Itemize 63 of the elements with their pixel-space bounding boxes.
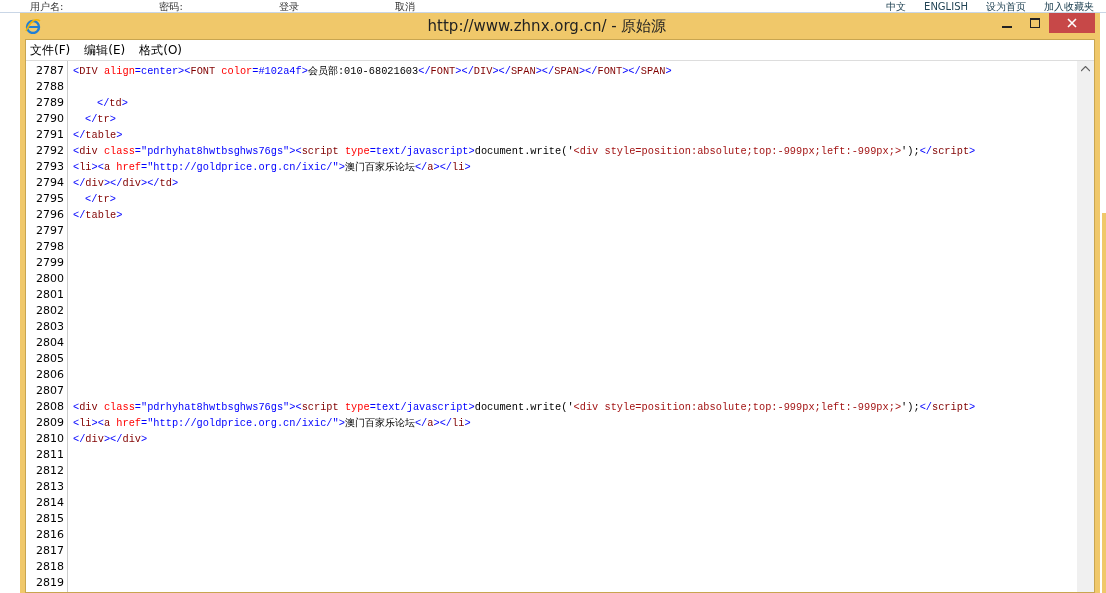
line-number: 2801 (36, 287, 64, 303)
browser-e-icon (25, 18, 41, 34)
line-number: 2788 (36, 79, 64, 95)
line-number: 2811 (36, 447, 64, 463)
line-number: 2791 (36, 127, 64, 143)
scrollbar[interactable] (1077, 61, 1094, 592)
line-number: 2793 (36, 159, 64, 175)
page-link[interactable]: 中文 (886, 0, 907, 12)
minimize-icon (1002, 26, 1012, 28)
source-line: <li><a href="http://goldprice.org.cn/ixic/">澳门百家乐论坛</a></li> (73, 416, 472, 431)
page-link[interactable]: 登录 (278, 0, 299, 12)
line-number: 2795 (36, 191, 64, 207)
line-number: 2790 (36, 111, 64, 127)
source-line: <div class="pdrhyhat8hwtbsghws76gs"><script type=text/javascript>document.write('<div style=position:absolute;top:-999px;left:-999px;>');</script> (73, 144, 977, 159)
page-link[interactable]: 密码: (159, 0, 183, 12)
page-link[interactable]: 加入收藏夹 (1044, 0, 1094, 12)
source-line: </div></div> (73, 432, 149, 447)
line-number: 2798 (36, 239, 64, 255)
line-number: 2796 (36, 207, 64, 223)
line-number: 2816 (36, 527, 64, 543)
window-title: http://www.zhnx.org.cn/ - 原始源 (426, 16, 668, 36)
line-number: 2792 (36, 143, 64, 159)
menu-item[interactable]: 编辑(E) (84, 41, 126, 59)
menu-item[interactable]: 文件(F) (30, 41, 71, 59)
source-line: <li><a href="http://goldprice.org.cn/ixic/">澳门百家乐论坛</a></li> (73, 160, 472, 175)
source-line: </table> (73, 208, 124, 223)
line-number: 2802 (36, 303, 64, 319)
line-number: 2789 (36, 95, 64, 111)
source-line: </td> (96, 96, 129, 111)
line-number: 2807 (36, 383, 64, 399)
source-line: </div></div></td> (73, 176, 180, 191)
source-line: </tr> (84, 192, 117, 207)
line-number: 2797 (36, 223, 64, 239)
line-number: 2813 (36, 479, 64, 495)
line-number: 2815 (36, 511, 64, 527)
page-link[interactable]: ENGLISH (924, 0, 968, 12)
page-link[interactable]: 取消 (394, 0, 415, 12)
line-number: 2799 (36, 255, 64, 271)
line-number: 2809 (36, 415, 64, 431)
page-link[interactable]: 用户名: (30, 0, 64, 12)
line-number: 2787 (36, 63, 64, 79)
scroll-up-icon[interactable] (1081, 66, 1090, 72)
line-number: 2819 (36, 575, 64, 591)
line-number: 2800 (36, 271, 64, 287)
line-number: 2810 (36, 431, 64, 447)
source-line: <DIV align=center><FONT color=#102a4f>会员部:010-68021603</FONT></DIV></SPAN></SPAN></FONT></SPAN> (73, 64, 673, 79)
source-line: </table> (73, 128, 124, 143)
line-number: 2806 (36, 367, 64, 383)
page-link[interactable]: 设为首页 (986, 0, 1026, 12)
line-number: 2818 (36, 559, 64, 575)
close-icon (1067, 18, 1077, 28)
maximize-icon (1030, 18, 1040, 28)
line-number: 2814 (36, 495, 64, 511)
source-line: </tr> (84, 112, 117, 127)
line-number: 2794 (36, 175, 64, 191)
line-number: 2817 (36, 543, 64, 559)
line-number: 2812 (36, 463, 64, 479)
line-number: 2804 (36, 335, 64, 351)
menu-item[interactable]: 格式(O) (139, 41, 183, 59)
source-line: <div class="pdrhyhat8hwtbsghws76gs"><script type=text/javascript>document.write('<div style=position:absolute;top:-999px;left:-999px;>');</script> (73, 400, 977, 415)
line-number: 2808 (36, 399, 64, 415)
line-number: 2805 (36, 351, 64, 367)
line-number: 2803 (36, 319, 64, 335)
